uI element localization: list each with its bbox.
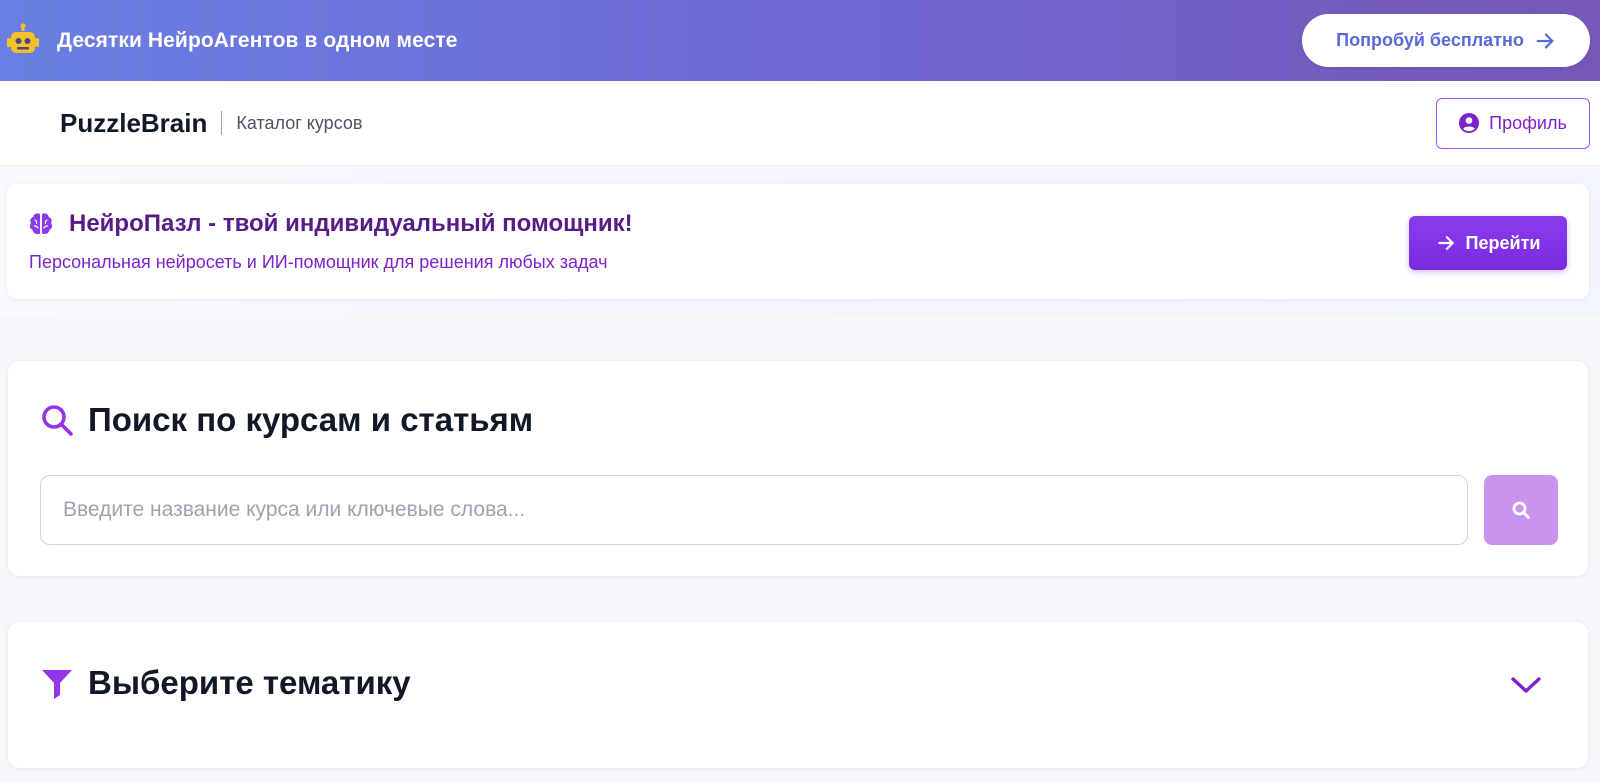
arrow-right-icon <box>1534 30 1556 52</box>
robot-icon <box>5 23 41 59</box>
search-card: Поиск по курсам и статьям <box>7 360 1589 577</box>
neuro-banner: НейроПазл - твой индивидуальный помощник… <box>7 184 1589 299</box>
search-title: Поиск по курсам и статьям <box>88 401 534 438</box>
filter-icon <box>40 666 74 700</box>
topic-toggle[interactable]: Выберите тематику <box>40 664 411 702</box>
search-icon <box>40 403 74 437</box>
site-header: PuzzleBrain Каталог курсов Профиль <box>0 81 1600 166</box>
topic-title: Выберите тематику <box>88 664 411 701</box>
topic-card: Выберите тематику <box>7 621 1589 769</box>
chevron-down-icon <box>1510 675 1542 700</box>
promo-title: Десятки НейроАгентов в одном месте <box>57 28 458 52</box>
promo-left: Десятки НейроАгентов в одном месте <box>5 23 458 59</box>
search-title-row: Поиск по курсам и статьям <box>40 401 533 439</box>
brand-logo-text[interactable]: PuzzleBrain <box>60 108 207 139</box>
search-input[interactable] <box>40 475 1468 545</box>
search-submit-button[interactable] <box>1484 475 1558 545</box>
banner-title-row: НейроПазл - твой индивидуальный помощник… <box>27 210 633 238</box>
promo-bar: Десятки НейроАгентов в одном месте Попро… <box>0 0 1600 81</box>
profile-label: Профиль <box>1489 112 1567 133</box>
go-button-label: Перейти <box>1465 232 1541 253</box>
search-icon <box>1511 500 1531 520</box>
go-button[interactable]: Перейти <box>1409 216 1567 270</box>
banner-title: НейроПазл - твой индивидуальный помощник… <box>69 210 633 237</box>
brand: PuzzleBrain Каталог курсов <box>60 108 362 139</box>
brain-icon <box>27 210 55 238</box>
user-circle-icon <box>1459 113 1480 133</box>
try-free-button[interactable]: Попробуй бесплатно <box>1302 14 1590 67</box>
arrow-right-icon <box>1436 233 1456 253</box>
brand-subtitle: Каталог курсов <box>236 112 363 133</box>
profile-button[interactable]: Профиль <box>1436 97 1590 149</box>
try-free-label: Попробуй бесплатно <box>1336 30 1524 50</box>
banner-section: НейроПазл - твой индивидуальный помощник… <box>0 166 1600 316</box>
topic-expand-button[interactable] <box>1508 672 1544 702</box>
banner-subtitle: Персональная нейросеть и ИИ-помощник для… <box>29 252 608 272</box>
brand-divider <box>221 111 223 135</box>
